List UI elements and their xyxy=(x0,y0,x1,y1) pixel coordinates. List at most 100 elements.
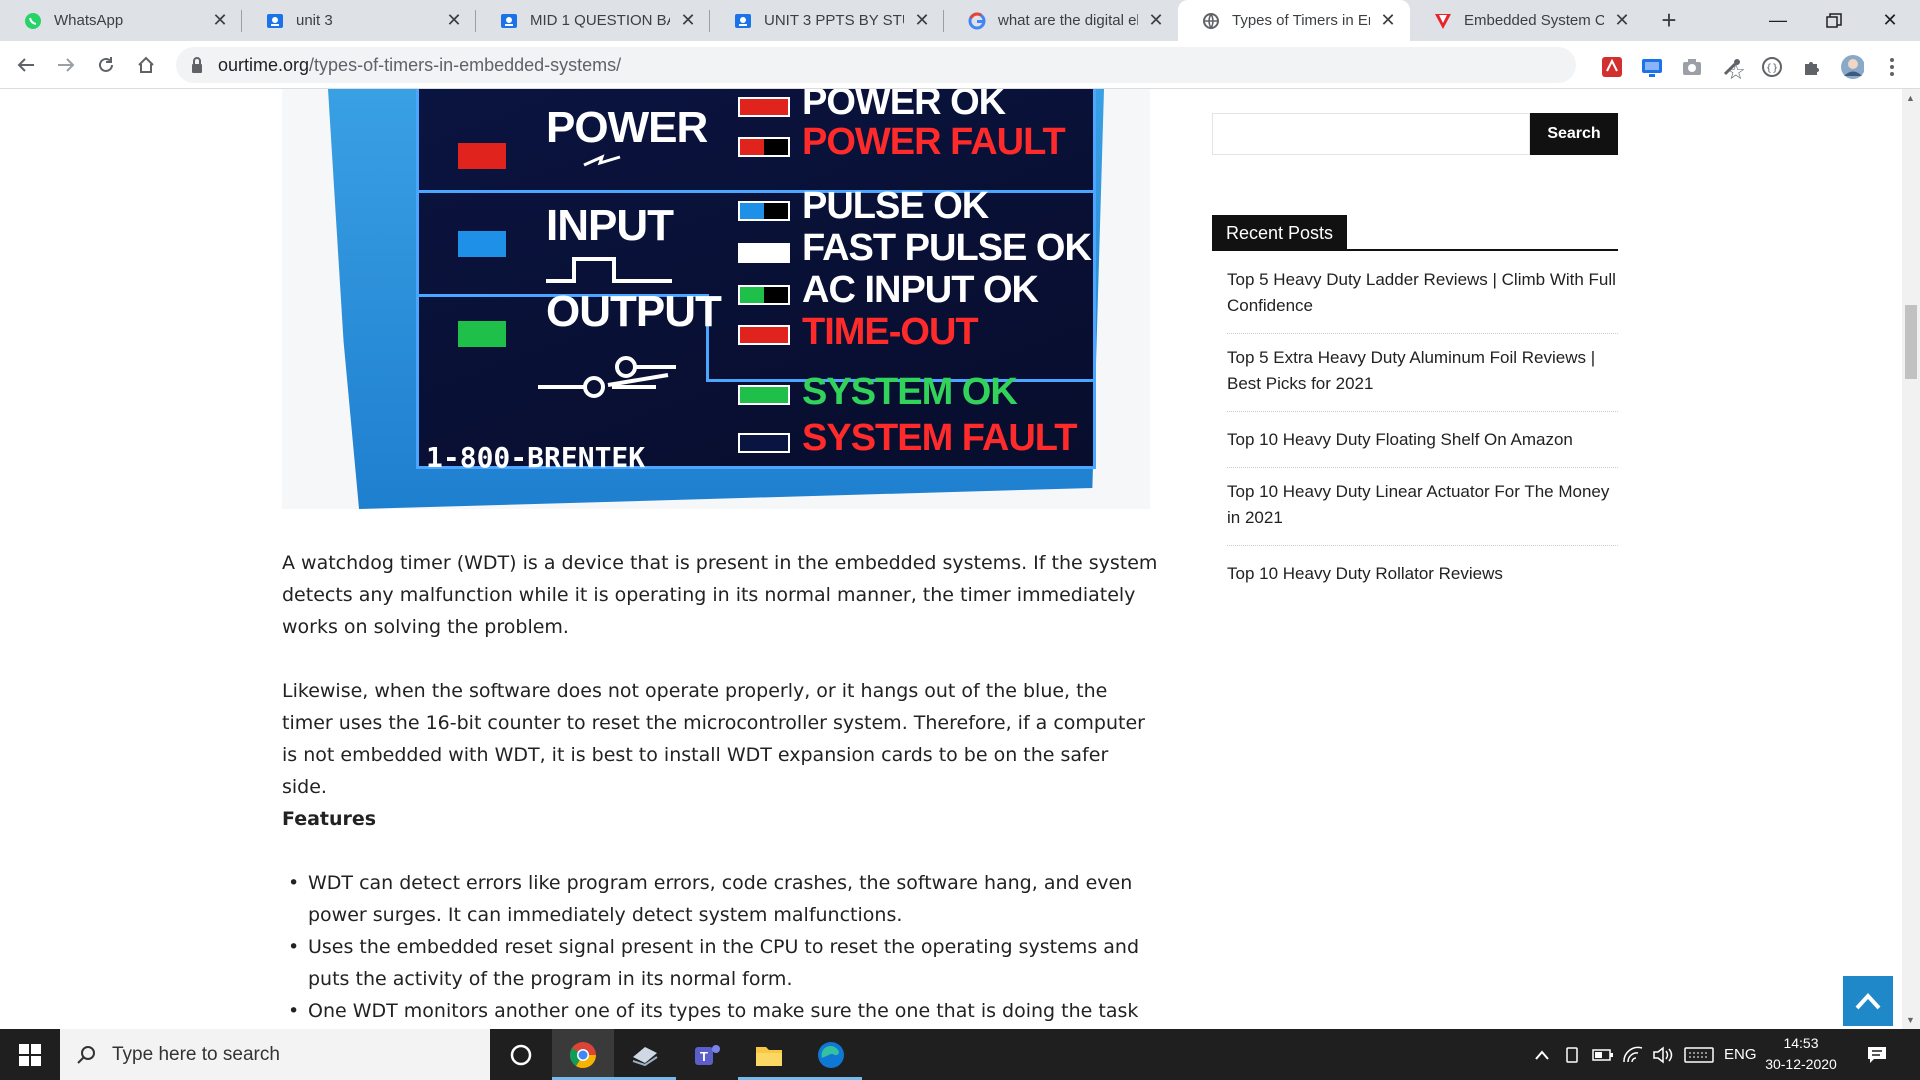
chevron-up-icon xyxy=(1855,993,1881,1010)
minimize-button[interactable]: — xyxy=(1752,0,1804,41)
tab-unit-3-ppts[interactable]: UNIT 3 PPTS BY STUDENTS ✕ xyxy=(710,0,944,41)
scrollbar-thumb[interactable] xyxy=(1905,305,1917,379)
folder-icon xyxy=(756,1046,782,1066)
edge-icon xyxy=(818,1041,844,1068)
chrome-icon xyxy=(569,1041,597,1068)
tab-mid-1-question-bank[interactable]: MID 1 QUESTION BANK ✕ xyxy=(476,0,710,41)
tab-title: unit 3 xyxy=(296,12,333,29)
lock-icon[interactable] xyxy=(190,56,204,79)
classroom-icon xyxy=(266,12,284,30)
article-body: Features xyxy=(282,803,1158,835)
status-led xyxy=(738,433,790,453)
browser-menu-icon[interactable] xyxy=(1880,55,1904,79)
profile-avatar[interactable] xyxy=(1840,55,1864,79)
show-hidden-icons-button[interactable] xyxy=(1534,1029,1550,1080)
task-view-button[interactable] xyxy=(490,1029,552,1080)
sidebar-search-button[interactable]: Search xyxy=(1530,113,1618,155)
status-time-out: TIME-OUT xyxy=(802,311,979,353)
switch-symbol-icon xyxy=(538,356,676,398)
input-led xyxy=(458,231,506,257)
reload-button[interactable] xyxy=(92,51,120,79)
touch-keyboard-icon[interactable] xyxy=(1684,1029,1714,1080)
eyedropper-extension-icon[interactable] xyxy=(1720,55,1744,79)
wifi-icon[interactable] xyxy=(1622,1029,1644,1080)
url-path: /types-of-timers-in-embedded-systems/ xyxy=(309,55,622,75)
extensions-puzzle-icon[interactable] xyxy=(1800,55,1824,79)
page-scrollbar[interactable]: ▲ ▼ xyxy=(1902,89,1920,1029)
close-tab-icon[interactable]: ✕ xyxy=(210,10,230,31)
tab-title: Embedded System Course xyxy=(1464,12,1604,29)
taskbar-teams[interactable]: T xyxy=(676,1029,738,1080)
input-language[interactable]: ENG xyxy=(1724,1029,1757,1080)
restore-icon xyxy=(1826,12,1842,28)
watchdog-timer-image: POWER INPUT OUTPUT 1-800-BRENTEK POWER O… xyxy=(282,89,1150,509)
output-led xyxy=(458,321,506,347)
tab-title: Types of Timers in Embedded Systems xyxy=(1232,12,1370,29)
browser-tab-strip: WhatsApp ✕ unit 3 ✕ MID 1 QUESTION BANK … xyxy=(0,0,1920,41)
scroll-down-arrow-icon[interactable]: ▼ xyxy=(1906,1015,1915,1025)
home-icon xyxy=(138,56,154,73)
panel-divider xyxy=(419,190,1096,193)
close-tab-icon[interactable]: ✕ xyxy=(1612,10,1632,31)
device-icon[interactable] xyxy=(1564,1029,1580,1080)
close-window-button[interactable]: ✕ xyxy=(1864,0,1916,41)
action-center-button[interactable] xyxy=(1866,1029,1888,1080)
input-label: INPUT xyxy=(546,201,674,250)
recent-post-link[interactable]: Top 10 Heavy Duty Floating Shelf On Amaz… xyxy=(1227,427,1622,453)
taskbar-file-explorer[interactable] xyxy=(738,1029,800,1080)
battery-icon[interactable] xyxy=(1592,1029,1614,1080)
tab-embedded-system-course[interactable]: Embedded System Course ✕ xyxy=(1410,0,1644,41)
taskbar-app[interactable] xyxy=(614,1029,676,1080)
paragraph: Likewise, when the software does not ope… xyxy=(282,680,1145,798)
camera-extension-icon[interactable] xyxy=(1680,55,1704,79)
close-tab-icon[interactable]: ✕ xyxy=(912,10,932,31)
status-led xyxy=(738,243,790,263)
sidebar-search-input[interactable] xyxy=(1212,113,1530,155)
system-clock[interactable]: 14:53 30-12-2020 xyxy=(1764,1033,1838,1075)
taskbar-chrome[interactable] xyxy=(552,1029,614,1080)
tab-google-search[interactable]: what are the digital elements ✕ xyxy=(944,0,1178,41)
pulse-symbol-icon xyxy=(546,257,672,283)
address-bar[interactable]: ourtime.org/types-of-timers-in-embedded-… xyxy=(176,47,1746,84)
post-separator xyxy=(1227,411,1618,412)
tab-unit-3[interactable]: unit 3 ✕ xyxy=(242,0,476,41)
output-label: OUTPUT xyxy=(546,287,722,336)
tab-types-of-timers[interactable]: Types of Timers in Embedded Systems ✕ xyxy=(1178,0,1410,41)
device-tray-icon xyxy=(1566,1046,1578,1063)
recent-post-link[interactable]: Top 5 Heavy Duty Ladder Reviews | Climb … xyxy=(1227,267,1622,319)
back-to-top-button[interactable] xyxy=(1843,976,1893,1026)
code-extension-icon[interactable]: {} xyxy=(1760,55,1784,79)
article-body: A watchdog timer (WDT) is a device that … xyxy=(282,547,1158,643)
search-icon xyxy=(77,1045,95,1064)
scroll-up-arrow-icon[interactable]: ▲ xyxy=(1906,93,1915,103)
taskbar-edge[interactable] xyxy=(800,1029,862,1080)
globe-icon xyxy=(1202,12,1220,30)
power-symbol-icon xyxy=(583,154,621,167)
taskbar-search-box[interactable]: Type here to search xyxy=(60,1029,490,1080)
status-system-fault: SYSTEM FAULT xyxy=(802,417,1077,459)
restore-button[interactable] xyxy=(1808,0,1860,41)
home-button[interactable] xyxy=(132,51,160,79)
close-tab-icon[interactable]: ✕ xyxy=(1146,10,1166,31)
forward-button[interactable] xyxy=(52,51,80,79)
close-tab-icon[interactable]: ✕ xyxy=(678,10,698,31)
url-text: ourtime.org/types-of-timers-in-embedded-… xyxy=(218,55,621,76)
recent-post-link[interactable]: Top 10 Heavy Duty Linear Actuator For Th… xyxy=(1227,479,1622,531)
recent-post-link[interactable]: Top 10 Heavy Duty Rollator Reviews xyxy=(1227,561,1622,587)
tab-whatsapp[interactable]: WhatsApp ✕ xyxy=(0,0,242,41)
close-tab-icon[interactable]: ✕ xyxy=(444,10,464,31)
arrow-right-icon xyxy=(58,58,75,72)
volume-icon[interactable] xyxy=(1652,1029,1674,1080)
pdf-extension-icon[interactable] xyxy=(1600,55,1624,79)
close-tab-icon[interactable]: ✕ xyxy=(1378,10,1398,31)
start-button[interactable] xyxy=(0,1029,60,1080)
wifi-tray-icon xyxy=(1623,1046,1643,1062)
screen-capture-extension-icon[interactable] xyxy=(1640,55,1664,79)
taskbar-search-placeholder: Type here to search xyxy=(112,1043,280,1065)
new-tab-button[interactable]: + xyxy=(1655,5,1683,35)
post-separator xyxy=(1227,467,1618,468)
status-power-ok: POWER OK xyxy=(802,89,1006,123)
list-item: Uses the embedded reset signal present i… xyxy=(282,931,1158,995)
recent-post-link[interactable]: Top 5 Extra Heavy Duty Aluminum Foil Rev… xyxy=(1227,345,1622,397)
back-button[interactable] xyxy=(12,51,40,79)
